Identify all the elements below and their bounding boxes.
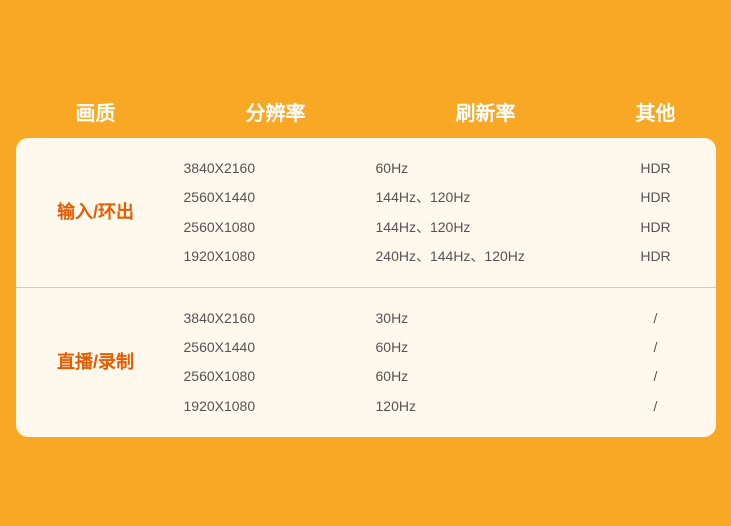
- res-line-3: 2560X1080: [184, 215, 376, 240]
- other-line-4: HDR: [640, 244, 670, 269]
- table-header: 画质 分辨率 刷新率 其他: [16, 89, 716, 138]
- header-refresh: 刷新率: [376, 97, 596, 126]
- refresh-line-1: 60Hz: [376, 156, 596, 181]
- refresh-line-4: 120Hz: [376, 394, 596, 419]
- header-quality: 画质: [16, 97, 176, 126]
- header-resolution: 分辨率: [176, 97, 376, 126]
- refresh-line-3: 144Hz、120Hz: [376, 215, 596, 240]
- res-line-1: 3840X2160: [184, 306, 376, 331]
- table-row: 直播/录制 3840X2160 2560X1440 2560X1080 1920…: [16, 288, 716, 437]
- res-line-4: 1920X1080: [184, 394, 376, 419]
- other-line-2: /: [654, 335, 658, 360]
- res-line-2: 2560X1440: [184, 185, 376, 210]
- other-line-1: HDR: [640, 156, 670, 181]
- res-line-3: 2560X1080: [184, 364, 376, 389]
- refresh-line-4: 240Hz、144Hz、120Hz: [376, 244, 596, 269]
- refresh-line-2: 144Hz、120Hz: [376, 185, 596, 210]
- row-label-input: 输入/环出: [16, 156, 176, 269]
- col-resolutions-live: 3840X2160 2560X1440 2560X1080 1920X1080: [176, 306, 376, 419]
- refresh-line-3: 60Hz: [376, 364, 596, 389]
- main-container: 画质 分辨率 刷新率 其他 输入/环出 3840X2160 2560X1440 …: [16, 89, 716, 437]
- refresh-line-1: 30Hz: [376, 306, 596, 331]
- other-line-4: /: [654, 394, 658, 419]
- other-line-1: /: [654, 306, 658, 331]
- res-line-4: 1920X1080: [184, 244, 376, 269]
- col-other-input: HDR HDR HDR HDR: [596, 156, 716, 269]
- refresh-line-2: 60Hz: [376, 335, 596, 360]
- col-refresh-input: 60Hz 144Hz、120Hz 144Hz、120Hz 240Hz、144Hz…: [376, 156, 596, 269]
- res-line-1: 3840X2160: [184, 156, 376, 181]
- row-label-live: 直播/录制: [16, 306, 176, 419]
- col-other-live: / / / /: [596, 306, 716, 419]
- other-line-3: /: [654, 364, 658, 389]
- table-body: 输入/环出 3840X2160 2560X1440 2560X1080 1920…: [16, 138, 716, 437]
- other-line-2: HDR: [640, 185, 670, 210]
- col-refresh-live: 30Hz 60Hz 60Hz 120Hz: [376, 306, 596, 419]
- table-row: 输入/环出 3840X2160 2560X1440 2560X1080 1920…: [16, 138, 716, 288]
- other-line-3: HDR: [640, 215, 670, 240]
- col-resolutions-input: 3840X2160 2560X1440 2560X1080 1920X1080: [176, 156, 376, 269]
- header-other: 其他: [596, 97, 716, 126]
- res-line-2: 2560X1440: [184, 335, 376, 360]
